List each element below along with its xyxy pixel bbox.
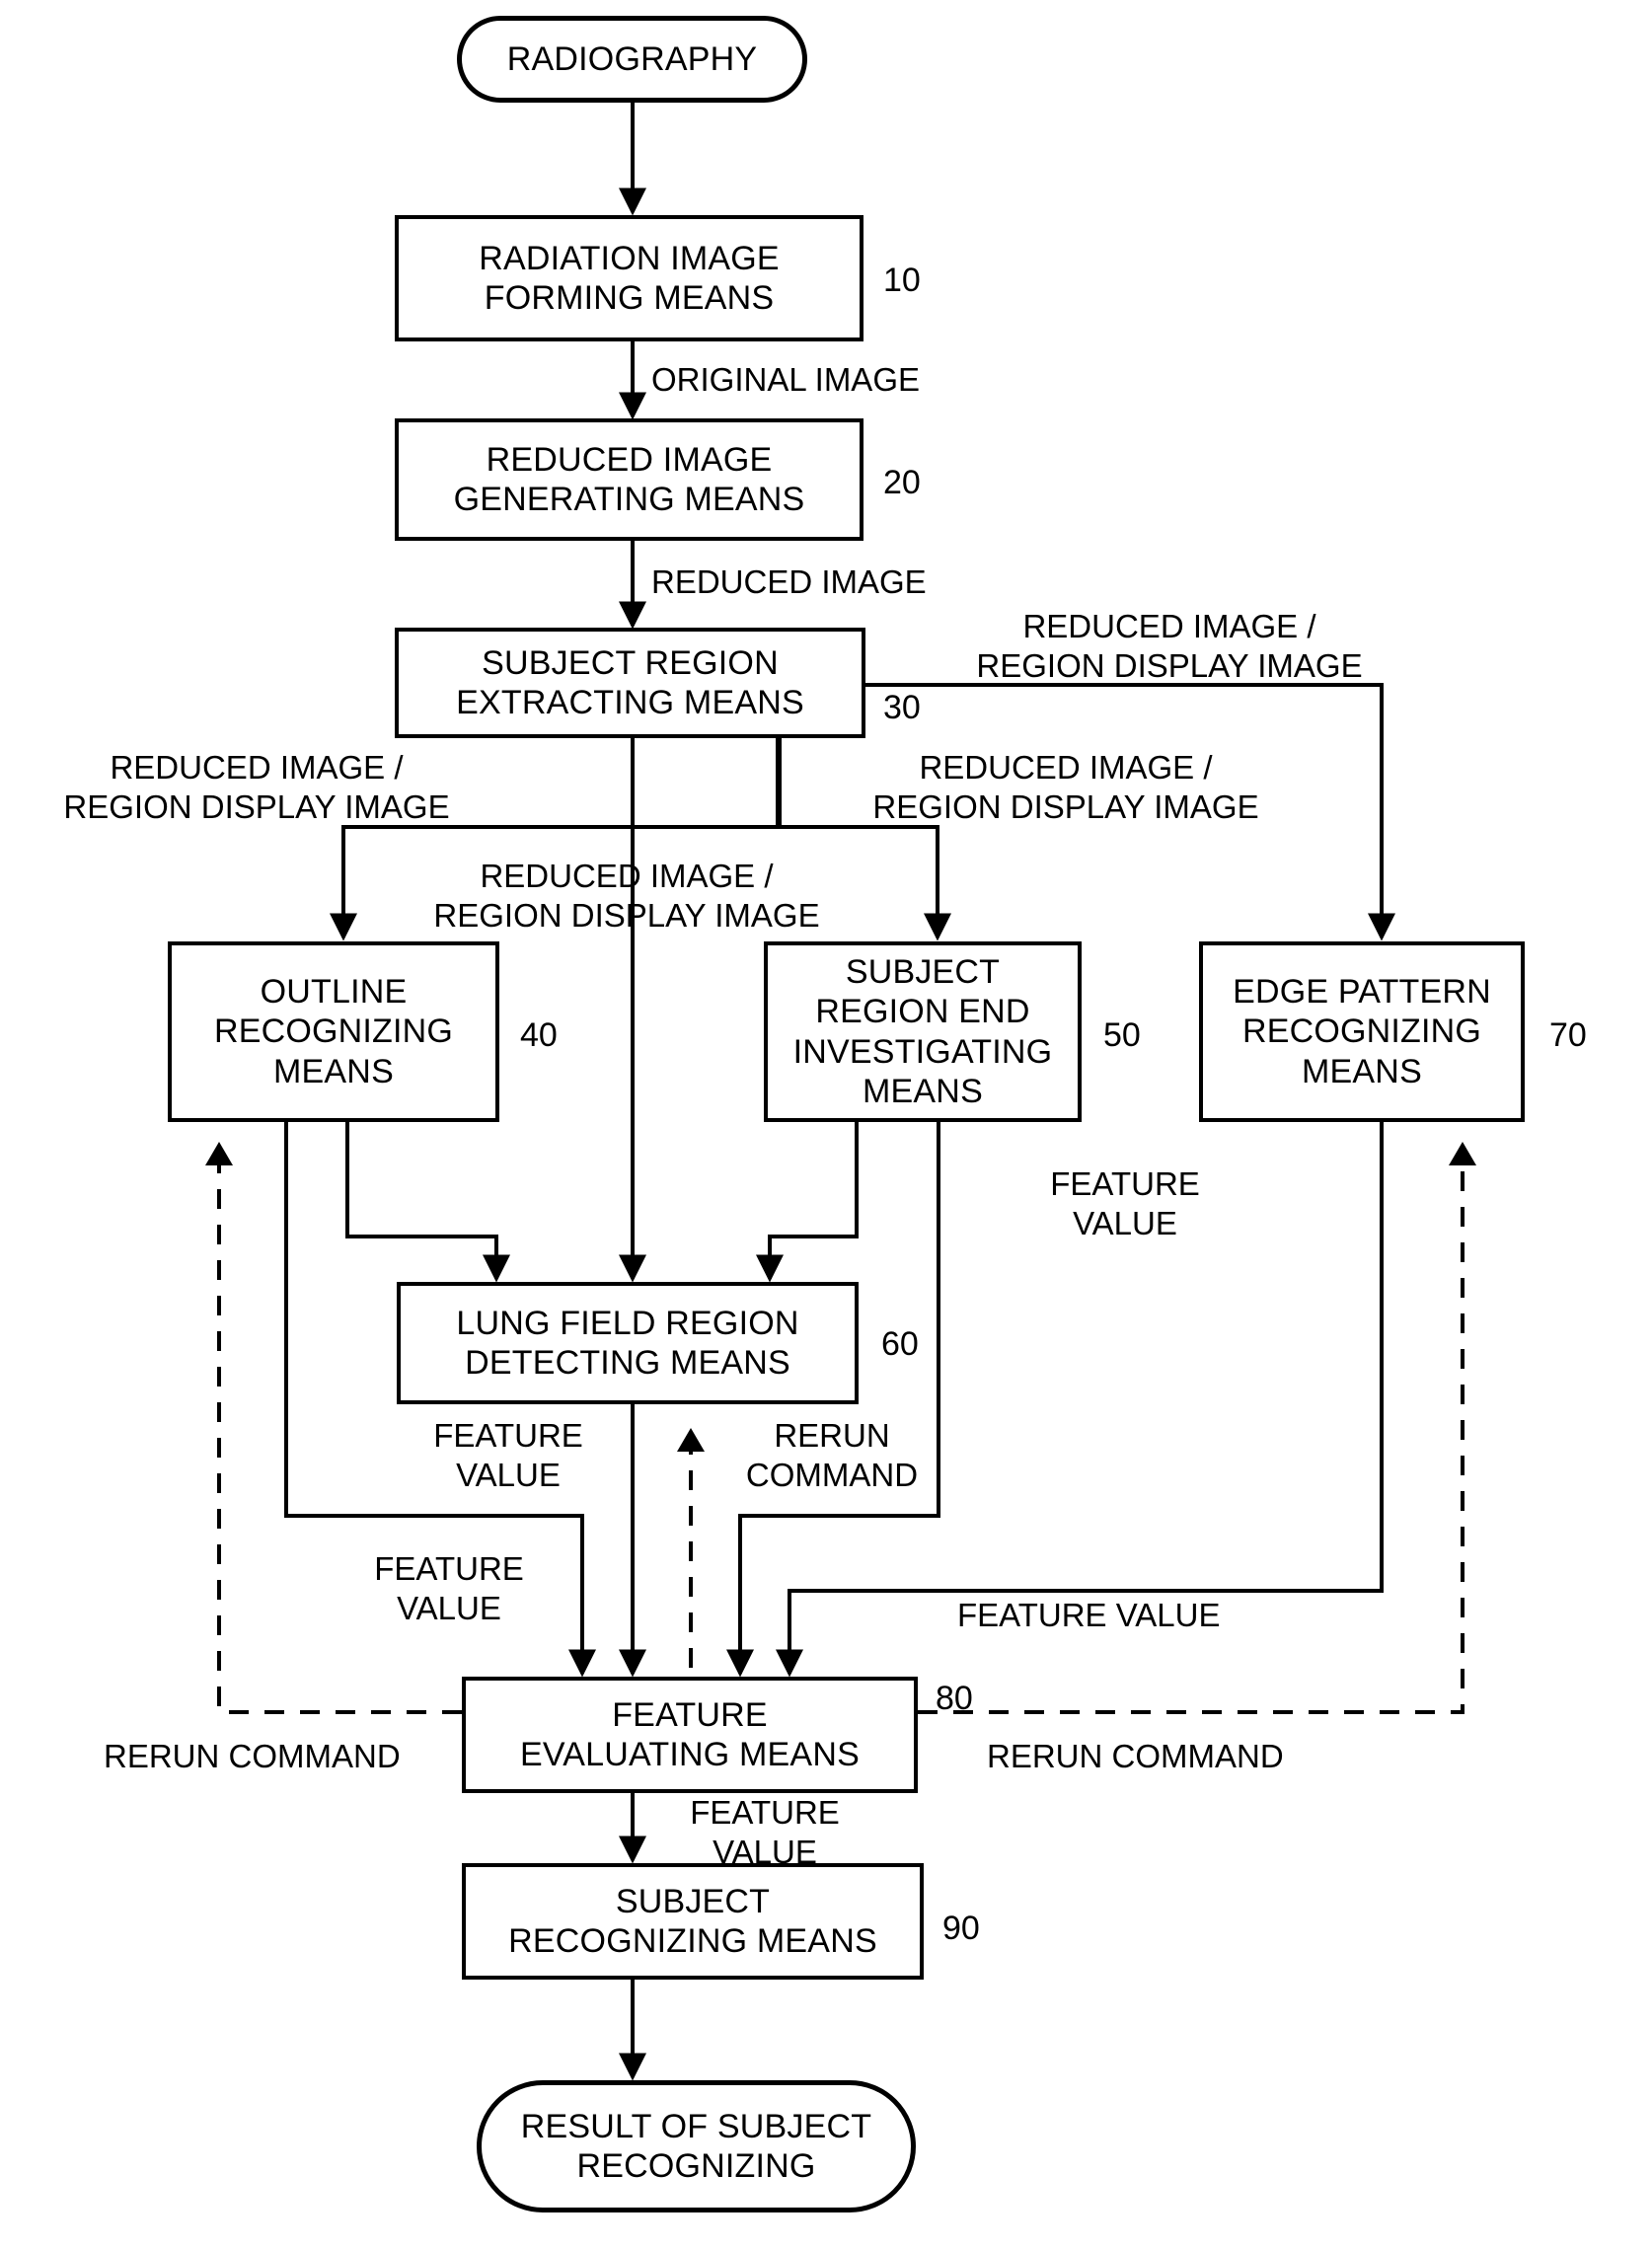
ref-40: 40 [520, 1016, 558, 1054]
ref-50: 50 [1103, 1016, 1141, 1054]
node-lung-field-region-detecting-means[interactable]: LUNG FIELD REGION DETECTING MEANS [397, 1282, 859, 1404]
edge-label-rerun-command-right: RERUN COMMAND [987, 1738, 1284, 1774]
edge-label-rerun-command-left: RERUN COMMAND [104, 1738, 401, 1774]
ref-30: 30 [883, 689, 921, 726]
node-subject-region-extracting-means-label: SUBJECT REGION EXTRACTING MEANS [456, 643, 804, 721]
edge-label-reduced-image: REDUCED IMAGE [651, 563, 927, 600]
node-outline-recognizing-means[interactable]: OUTLINE RECOGNIZING MEANS [168, 941, 499, 1122]
edge-label-feature-value-50: FEATURE VALUE [1050, 1165, 1200, 1241]
node-edge-pattern-recognizing-means[interactable]: EDGE PATTERN RECOGNIZING MEANS [1199, 941, 1525, 1122]
node-subject-region-extracting-means[interactable]: SUBJECT REGION EXTRACTING MEANS [395, 628, 865, 738]
node-result-of-subject-recognizing[interactable]: RESULT OF SUBJECT RECOGNIZING [477, 2080, 916, 2212]
flowchart-figure: RADIOGRAPHY RADIATION IMAGE FORMING MEAN… [0, 0, 1652, 2249]
edge-label-feature-value-40: FEATURE VALUE [374, 1550, 524, 1626]
node-radiography[interactable]: RADIOGRAPHY [457, 16, 807, 103]
node-result-of-subject-recognizing-label: RESULT OF SUBJECT RECOGNIZING [520, 2107, 872, 2185]
node-radiation-image-forming-means-label: RADIATION IMAGE FORMING MEANS [479, 239, 780, 317]
node-radiography-label: RADIOGRAPHY [506, 39, 758, 78]
node-subject-region-end-investigating-means[interactable]: SUBJECT REGION END INVESTIGATING MEANS [764, 941, 1082, 1122]
node-radiation-image-forming-means[interactable]: RADIATION IMAGE FORMING MEANS [395, 215, 864, 341]
node-edge-pattern-recognizing-means-label: EDGE PATTERN RECOGNIZING MEANS [1233, 973, 1491, 1090]
node-subject-region-end-investigating-means-label: SUBJECT REGION END INVESTIGATING MEANS [792, 953, 1053, 1110]
edge-50-to-60 [756, 1122, 859, 1283]
node-subject-recognizing-means-label: SUBJECT RECOGNIZING MEANS [508, 1882, 877, 1960]
ref-90: 90 [942, 1910, 980, 1947]
edge-label-rerun-command-60: RERUN COMMAND [745, 1417, 919, 1493]
edge-40-to-60 [345, 1122, 510, 1283]
ref-80: 80 [936, 1680, 973, 1717]
ref-70: 70 [1549, 1016, 1587, 1054]
edge-label-reduced-region-display-image-center: REDUCED IMAGE / REGION DISPLAY IMAGE [433, 858, 820, 934]
node-reduced-image-generating-means[interactable]: REDUCED IMAGE GENERATING MEANS [395, 418, 864, 541]
ref-10: 10 [883, 262, 921, 299]
edge-label-original-image: ORIGINAL IMAGE [651, 361, 920, 398]
edge-label-feature-value-60: FEATURE VALUE [433, 1417, 583, 1493]
ref-60: 60 [881, 1325, 919, 1363]
ref-20: 20 [883, 464, 921, 501]
edge-label-feature-value-70: FEATURE VALUE [957, 1597, 1221, 1633]
node-feature-evaluating-means-label: FEATURE EVALUATING MEANS [520, 1695, 860, 1773]
node-subject-recognizing-means[interactable]: SUBJECT RECOGNIZING MEANS [462, 1863, 924, 1980]
edge-label-feature-value-80: FEATURE VALUE [690, 1794, 840, 1870]
edge-label-reduced-region-display-image-right-top: REDUCED IMAGE / REGION DISPLAY IMAGE [976, 608, 1363, 684]
edge-label-reduced-region-display-image-mid-right: REDUCED IMAGE / REGION DISPLAY IMAGE [872, 749, 1259, 825]
node-feature-evaluating-means[interactable]: FEATURE EVALUATING MEANS [462, 1677, 918, 1793]
edge-label-reduced-region-display-image-left: REDUCED IMAGE / REGION DISPLAY IMAGE [63, 749, 450, 825]
node-lung-field-region-detecting-means-label: LUNG FIELD REGION DETECTING MEANS [456, 1304, 799, 1382]
node-outline-recognizing-means-label: OUTLINE RECOGNIZING MEANS [213, 973, 454, 1090]
node-reduced-image-generating-means-label: REDUCED IMAGE GENERATING MEANS [453, 440, 805, 518]
